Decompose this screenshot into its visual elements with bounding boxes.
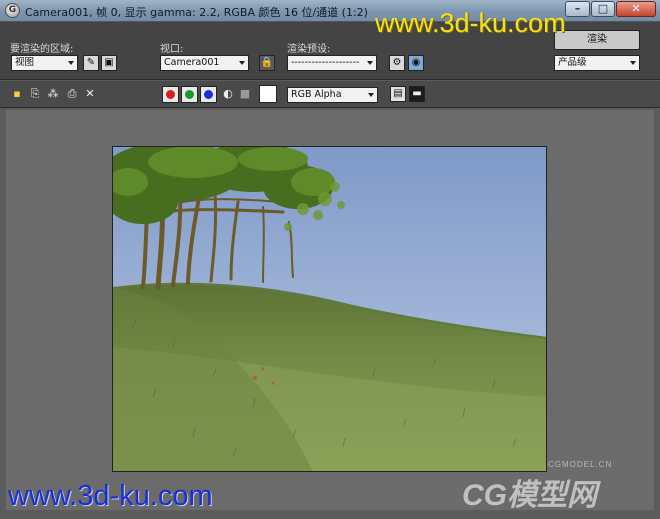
toggle-ui-overlays-icon[interactable]: ▤: [390, 86, 406, 102]
monochrome-icon[interactable]: ■: [238, 87, 252, 101]
green-channel-toggle[interactable]: [181, 86, 198, 103]
blue-channel-toggle[interactable]: [200, 86, 217, 103]
alpha-channel-icon[interactable]: ◐: [221, 87, 235, 101]
print-image-icon[interactable]: ⎙: [65, 87, 79, 101]
viewport-dropdown[interactable]: Camera001: [160, 55, 249, 71]
edit-region-icon[interactable]: ✎: [83, 55, 99, 71]
render-preset-label: 渲染预设:: [287, 44, 331, 55]
frame-buffer-toolbar: ▪ ⎘ ⁂ ⎙ ✕ ◐ ■ RGB Alpha ▤ ▬: [0, 81, 660, 108]
render-setup-icon[interactable]: ⚙: [389, 55, 405, 71]
render-preset-value: --------------------: [291, 57, 360, 68]
maximize-button[interactable]: □: [591, 1, 615, 17]
auto-region-icon[interactable]: ▣: [101, 55, 117, 71]
watermark-cg-logo: CG模型网: [462, 479, 597, 512]
copy-image-icon[interactable]: ⎘: [28, 87, 42, 101]
channel-display-value: RGB Alpha: [291, 89, 342, 100]
rendered-image: [112, 146, 547, 472]
window-title: Camera001, 帧 0, 显示 gamma: 2.2, RGBA 颜色 1…: [25, 6, 368, 19]
green-channel-icon: [185, 90, 194, 99]
render-preset-dropdown[interactable]: --------------------: [287, 55, 377, 71]
chevron-down-icon: [630, 61, 636, 65]
app-icon[interactable]: G: [5, 3, 20, 18]
chevron-down-icon: [239, 61, 245, 65]
chevron-down-icon: [68, 61, 74, 65]
blue-channel-icon: [204, 90, 213, 99]
close-button[interactable]: ✕: [616, 1, 656, 17]
viewport-label: 视口:: [160, 44, 184, 55]
render-button[interactable]: 渲染: [554, 30, 640, 50]
save-image-icon[interactable]: ▪: [10, 87, 24, 101]
watermark-bottom: www.3d-ku.com: [8, 480, 213, 512]
render-quality-dropdown[interactable]: 产品级: [554, 55, 640, 71]
minimize-button[interactable]: –: [565, 1, 590, 17]
viewport-value: Camera001: [164, 57, 220, 68]
watermark-top: www.3d-ku.com: [375, 8, 566, 38]
red-channel-toggle[interactable]: [162, 86, 179, 103]
channel-display-dropdown[interactable]: RGB Alpha: [287, 87, 378, 103]
render-quality-value: 产品级: [558, 57, 587, 68]
clear-icon[interactable]: ✕: [83, 87, 97, 101]
clone-frame-icon[interactable]: ⁂: [46, 87, 60, 101]
area-to-render-value: 视图: [15, 57, 35, 68]
watermark-small: CGMODEL.CN: [548, 460, 613, 469]
area-to-render-dropdown[interactable]: 视图: [11, 55, 78, 71]
chevron-down-icon: [367, 61, 373, 65]
red-channel-icon: [166, 90, 175, 99]
area-to-render-label: 要渲染的区域:: [10, 44, 74, 55]
toggle-ui-icon[interactable]: ▬: [409, 86, 425, 102]
environment-effects-icon[interactable]: ◉: [408, 55, 424, 71]
lock-icon[interactable]: 🔒: [259, 55, 275, 71]
color-swatch[interactable]: [259, 85, 277, 103]
chevron-down-icon: [368, 93, 374, 97]
